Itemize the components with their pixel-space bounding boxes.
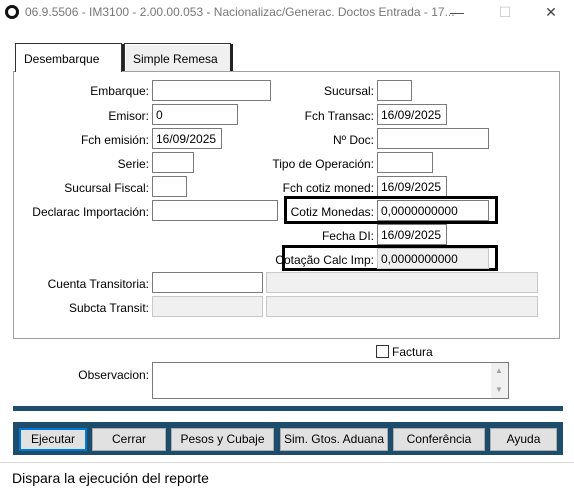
tipo-operacion-input[interactable]	[377, 152, 433, 173]
fch-emision-label: Fch emisión:	[80, 133, 149, 147]
fch-transac-input[interactable]: 16/09/2025	[377, 104, 447, 125]
serie-input[interactable]	[152, 152, 194, 173]
fch-emision-input[interactable]: 16/09/2025	[152, 128, 222, 149]
scroll-down-icon[interactable]: ▼	[495, 385, 503, 394]
app-icon	[5, 5, 19, 19]
embarque-input[interactable]	[152, 80, 271, 101]
cotacao-calc-imp-input: 0,0000000000	[377, 248, 489, 269]
tab-simple-remesa[interactable]: Simple Remesa	[124, 43, 231, 71]
nro-doc-label: Nº Doc:	[332, 133, 374, 147]
fch-cotiz-moned-label: Fch cotiz moned:	[282, 181, 374, 195]
fecha-di-label: Fecha DI:	[321, 229, 374, 243]
cuenta-transitoria-input[interactable]	[152, 272, 263, 293]
sucursal-input[interactable]	[377, 80, 412, 101]
fecha-di-input[interactable]: 16/09/2025	[377, 224, 447, 245]
observacion-textarea[interactable]: ▲ ▼	[152, 362, 509, 399]
subcta-transit-label: Subcta Transit:	[68, 301, 149, 315]
factura-checkbox[interactable]	[376, 345, 389, 358]
cotacao-calc-imp-label: Cotação Calc Imp:	[275, 253, 374, 267]
observacion-scrollbar[interactable]: ▲ ▼	[491, 363, 508, 398]
serie-label: Serie:	[117, 157, 149, 171]
ejecutar-button[interactable]: Ejecutar	[19, 428, 87, 451]
sim-gtos-aduana-button[interactable]: Sim. Gtos. Aduana	[280, 428, 388, 451]
maximize-button[interactable]: ☐	[482, 0, 528, 26]
emisor-label: Emisor:	[108, 109, 149, 123]
emisor-input[interactable]: 0	[152, 104, 238, 125]
cerrar-button[interactable]: Cerrar	[92, 428, 166, 451]
tab-desembarque[interactable]: Desembarque	[15, 43, 122, 72]
fch-transac-label: Fch Transac:	[304, 109, 374, 123]
ayuda-button[interactable]: Ayuda	[490, 428, 557, 451]
separator-bar	[13, 406, 563, 411]
status-divider	[0, 462, 574, 463]
factura-label: Factura	[392, 345, 433, 359]
sucursal-fiscal-input[interactable]	[152, 176, 187, 197]
declarac-importacion-label: Declarac Importación:	[32, 205, 149, 219]
declarac-importacion-input[interactable]	[152, 200, 278, 221]
subcta-transit-input	[152, 296, 263, 317]
tipo-operacion-label: Tipo de Operación:	[272, 157, 374, 171]
scroll-up-icon[interactable]: ▲	[495, 366, 503, 375]
status-text: Dispara la ejecución del reporte	[12, 470, 209, 486]
observacion-label: Observacion:	[78, 368, 149, 382]
cotiz-monedas-input[interactable]: 0,0000000000	[377, 200, 489, 221]
close-button[interactable]: ✕	[528, 0, 574, 26]
subcta-transit-desc	[266, 296, 538, 317]
embarque-label: Embarque:	[90, 84, 149, 98]
fch-cotiz-moned-input[interactable]: 16/09/2025	[377, 176, 447, 197]
sucursal-fiscal-label: Sucursal Fiscal:	[64, 181, 149, 195]
conferencia-button[interactable]: Conferência	[393, 428, 485, 451]
nro-doc-input[interactable]	[377, 128, 489, 149]
window-title: 06.9.5506 - IM3100 - 2.00.00.053 - Nacio…	[25, 5, 455, 19]
cuenta-transitoria-desc	[266, 272, 538, 293]
cotiz-monedas-label: Cotiz Monedas:	[290, 205, 374, 219]
tab-divider	[230, 44, 233, 71]
title-bar: 06.9.5506 - IM3100 - 2.00.00.053 - Nacio…	[0, 0, 574, 26]
sucursal-label: Sucursal:	[323, 84, 374, 98]
pesos-cubaje-button[interactable]: Pesos y Cubaje	[171, 428, 274, 451]
cuenta-transitoria-label: Cuenta Transitoria:	[47, 277, 149, 291]
minimize-button[interactable]: —	[434, 0, 480, 26]
